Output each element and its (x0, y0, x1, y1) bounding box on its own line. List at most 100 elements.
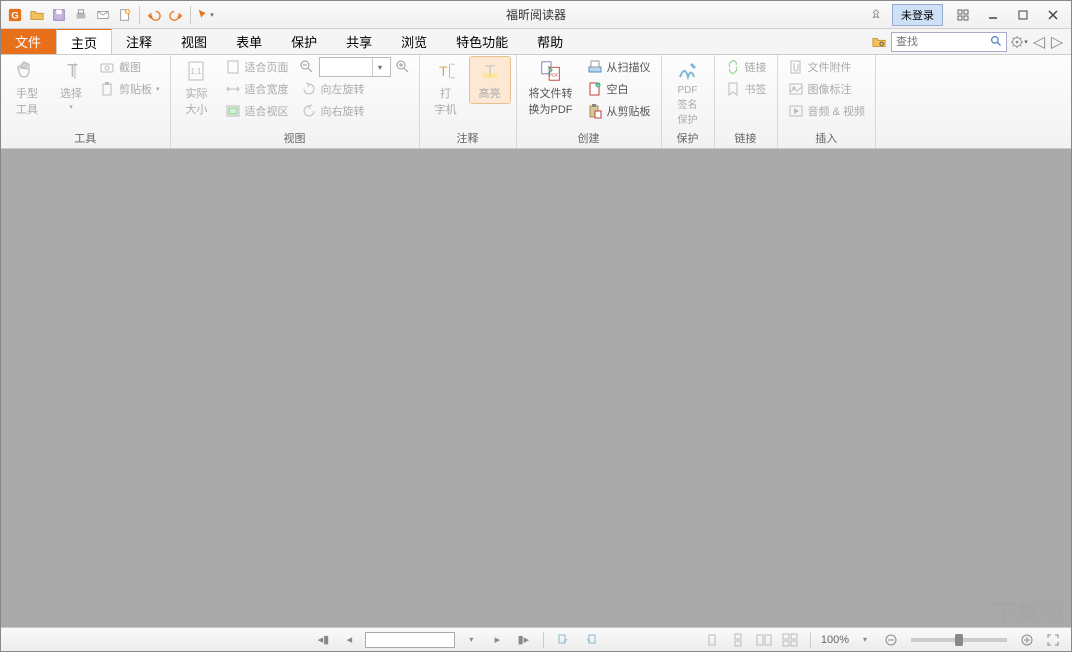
group-insert: 文件附件 图像标注 音频 & 视频 插入 (778, 55, 876, 148)
tab-browse[interactable]: 浏览 (387, 29, 442, 54)
status-bar: ◂▮ ◂ ▾ ▸ ▮▸ 100% ▾ (1, 627, 1071, 651)
open-icon[interactable] (27, 5, 47, 25)
nav-forward-icon[interactable] (580, 631, 600, 649)
actual-size-button[interactable]: 1:1 实际 大小 (177, 57, 217, 119)
zoom-out-icon[interactable] (297, 57, 317, 77)
tab-view[interactable]: 视图 (167, 29, 222, 54)
group-links: 链接 书签 链接 (715, 55, 778, 148)
continuous-facing-icon[interactable] (780, 631, 800, 649)
page-number-input[interactable] (365, 632, 455, 648)
text-select-icon: T (59, 59, 83, 83)
from-scanner-button[interactable]: 从扫描仪 (583, 57, 655, 77)
tab-file[interactable]: 文件 (1, 29, 56, 54)
zoom-in-icon[interactable] (1017, 631, 1037, 649)
bookmark-button[interactable]: 书签 (721, 79, 771, 99)
rotate-right-button[interactable]: 向右旋转 (297, 101, 413, 121)
typewriter-button[interactable]: T 打 字机 (426, 57, 466, 119)
tab-home[interactable]: 主页 (56, 28, 112, 54)
redo-icon[interactable] (166, 5, 186, 25)
attachment-icon (788, 59, 804, 75)
undo-icon[interactable] (144, 5, 164, 25)
rotate-left-button[interactable]: 向左旋转 (297, 79, 413, 99)
settings-icon[interactable]: ▾ (1009, 32, 1029, 52)
maximize-icon[interactable] (1009, 4, 1037, 26)
minimize-icon[interactable] (979, 4, 1007, 26)
fit-visible-button[interactable]: 适合视区 (221, 101, 293, 121)
search-go-icon[interactable] (986, 33, 1006, 51)
rotate-left-icon (301, 81, 317, 97)
pdf-sign-button[interactable]: PDF 签名 保护 (668, 57, 708, 128)
fullscreen-icon[interactable] (1043, 631, 1063, 649)
zoom-dropdown-icon[interactable]: ▾ (372, 58, 388, 76)
blank-page-button[interactable]: +空白 (583, 79, 655, 99)
attach-file-button[interactable]: 文件附件 (784, 57, 869, 77)
email-icon[interactable] (93, 5, 113, 25)
tab-protect[interactable]: 保护 (277, 29, 332, 54)
hand-icon (15, 59, 39, 83)
fit-page-button[interactable]: 适合页面 (221, 57, 293, 77)
tab-annotate[interactable]: 注释 (112, 29, 167, 54)
link-button[interactable]: 链接 (721, 57, 771, 77)
media-icon (788, 103, 804, 119)
svg-text:+: + (596, 83, 599, 89)
next-page-icon[interactable]: ▸ (487, 631, 507, 649)
continuous-icon[interactable] (728, 631, 748, 649)
ribbon: 手型 工具 T 选择▾ 截图 剪贴板▾ 工具 1:1 实际 大小 适合页面 适合… (1, 55, 1071, 149)
close-icon[interactable] (1039, 4, 1067, 26)
nav-back-icon[interactable] (554, 631, 574, 649)
page-dropdown-icon[interactable]: ▾ (461, 631, 481, 649)
search-input[interactable] (892, 36, 986, 48)
image-annot-button[interactable]: 图像标注 (784, 79, 869, 99)
scanner-icon (587, 59, 603, 75)
group-label: 链接 (721, 131, 771, 147)
zoom-dropdown-icon[interactable]: ▾ (855, 631, 875, 649)
single-page-icon[interactable] (702, 631, 722, 649)
last-page-icon[interactable]: ▮▸ (513, 631, 533, 649)
actual-size-icon: 1:1 (185, 59, 209, 83)
group-label: 保护 (668, 131, 708, 147)
group-label: 工具 (7, 131, 164, 147)
new-doc-icon[interactable]: ✱ (115, 5, 135, 25)
clipboard-button[interactable]: 剪贴板▾ (95, 79, 164, 99)
media-button[interactable]: 音频 & 视频 (784, 101, 869, 121)
prev-page-icon[interactable]: ◂ (339, 631, 359, 649)
zoom-in-icon[interactable] (393, 57, 413, 77)
zoom-input[interactable] (320, 61, 372, 73)
app-logo[interactable]: G (5, 5, 25, 25)
qat-separator (139, 6, 140, 24)
facing-icon[interactable] (754, 631, 774, 649)
snapshot-button[interactable]: 截图 (95, 57, 164, 77)
save-icon[interactable] (49, 5, 69, 25)
group-view: 1:1 实际 大小 适合页面 适合宽度 适合视区 ▾ 向左旋转 向右旋转 视图 (171, 55, 420, 148)
convert-to-pdf-button[interactable]: PDF 将文件转 换为PDF (523, 57, 579, 119)
login-button[interactable]: 未登录 (892, 4, 943, 26)
hand-tool-button[interactable]: 手型 工具 (7, 57, 47, 119)
cursor-mode-icon[interactable]: ▾ (195, 5, 215, 25)
fit-width-button[interactable]: 适合宽度 (221, 79, 293, 99)
convert-icon: PDF (539, 59, 563, 83)
pin-icon[interactable] (866, 5, 886, 25)
tab-features[interactable]: 特色功能 (442, 29, 523, 54)
tab-form[interactable]: 表单 (222, 29, 277, 54)
zoom-out-icon[interactable] (881, 631, 901, 649)
first-page-icon[interactable]: ◂▮ (313, 631, 333, 649)
group-label: 插入 (784, 131, 869, 147)
tab-help[interactable]: 帮助 (523, 29, 578, 54)
folder-search-icon[interactable] (869, 32, 889, 52)
ribbon-options-icon[interactable] (949, 4, 977, 26)
link-icon (725, 59, 741, 75)
image-icon (788, 81, 804, 97)
typewriter-icon: T (434, 59, 458, 83)
print-icon[interactable] (71, 5, 91, 25)
app-title: 福昕阅读器 (506, 6, 566, 23)
highlight-button[interactable]: T 高亮 (470, 57, 510, 103)
document-area[interactable] (1, 149, 1071, 627)
select-tool-button[interactable]: T 选择▾ (51, 57, 91, 113)
nav-prev-icon[interactable]: ◁ (1031, 32, 1047, 52)
nav-next-icon[interactable]: ▷ (1049, 32, 1065, 52)
tab-share[interactable]: 共享 (332, 29, 387, 54)
rotate-right-icon (301, 103, 317, 119)
zoom-slider[interactable] (911, 638, 1007, 642)
group-label: 视图 (177, 131, 413, 147)
from-clipboard-button[interactable]: 从剪贴板 (583, 101, 655, 121)
